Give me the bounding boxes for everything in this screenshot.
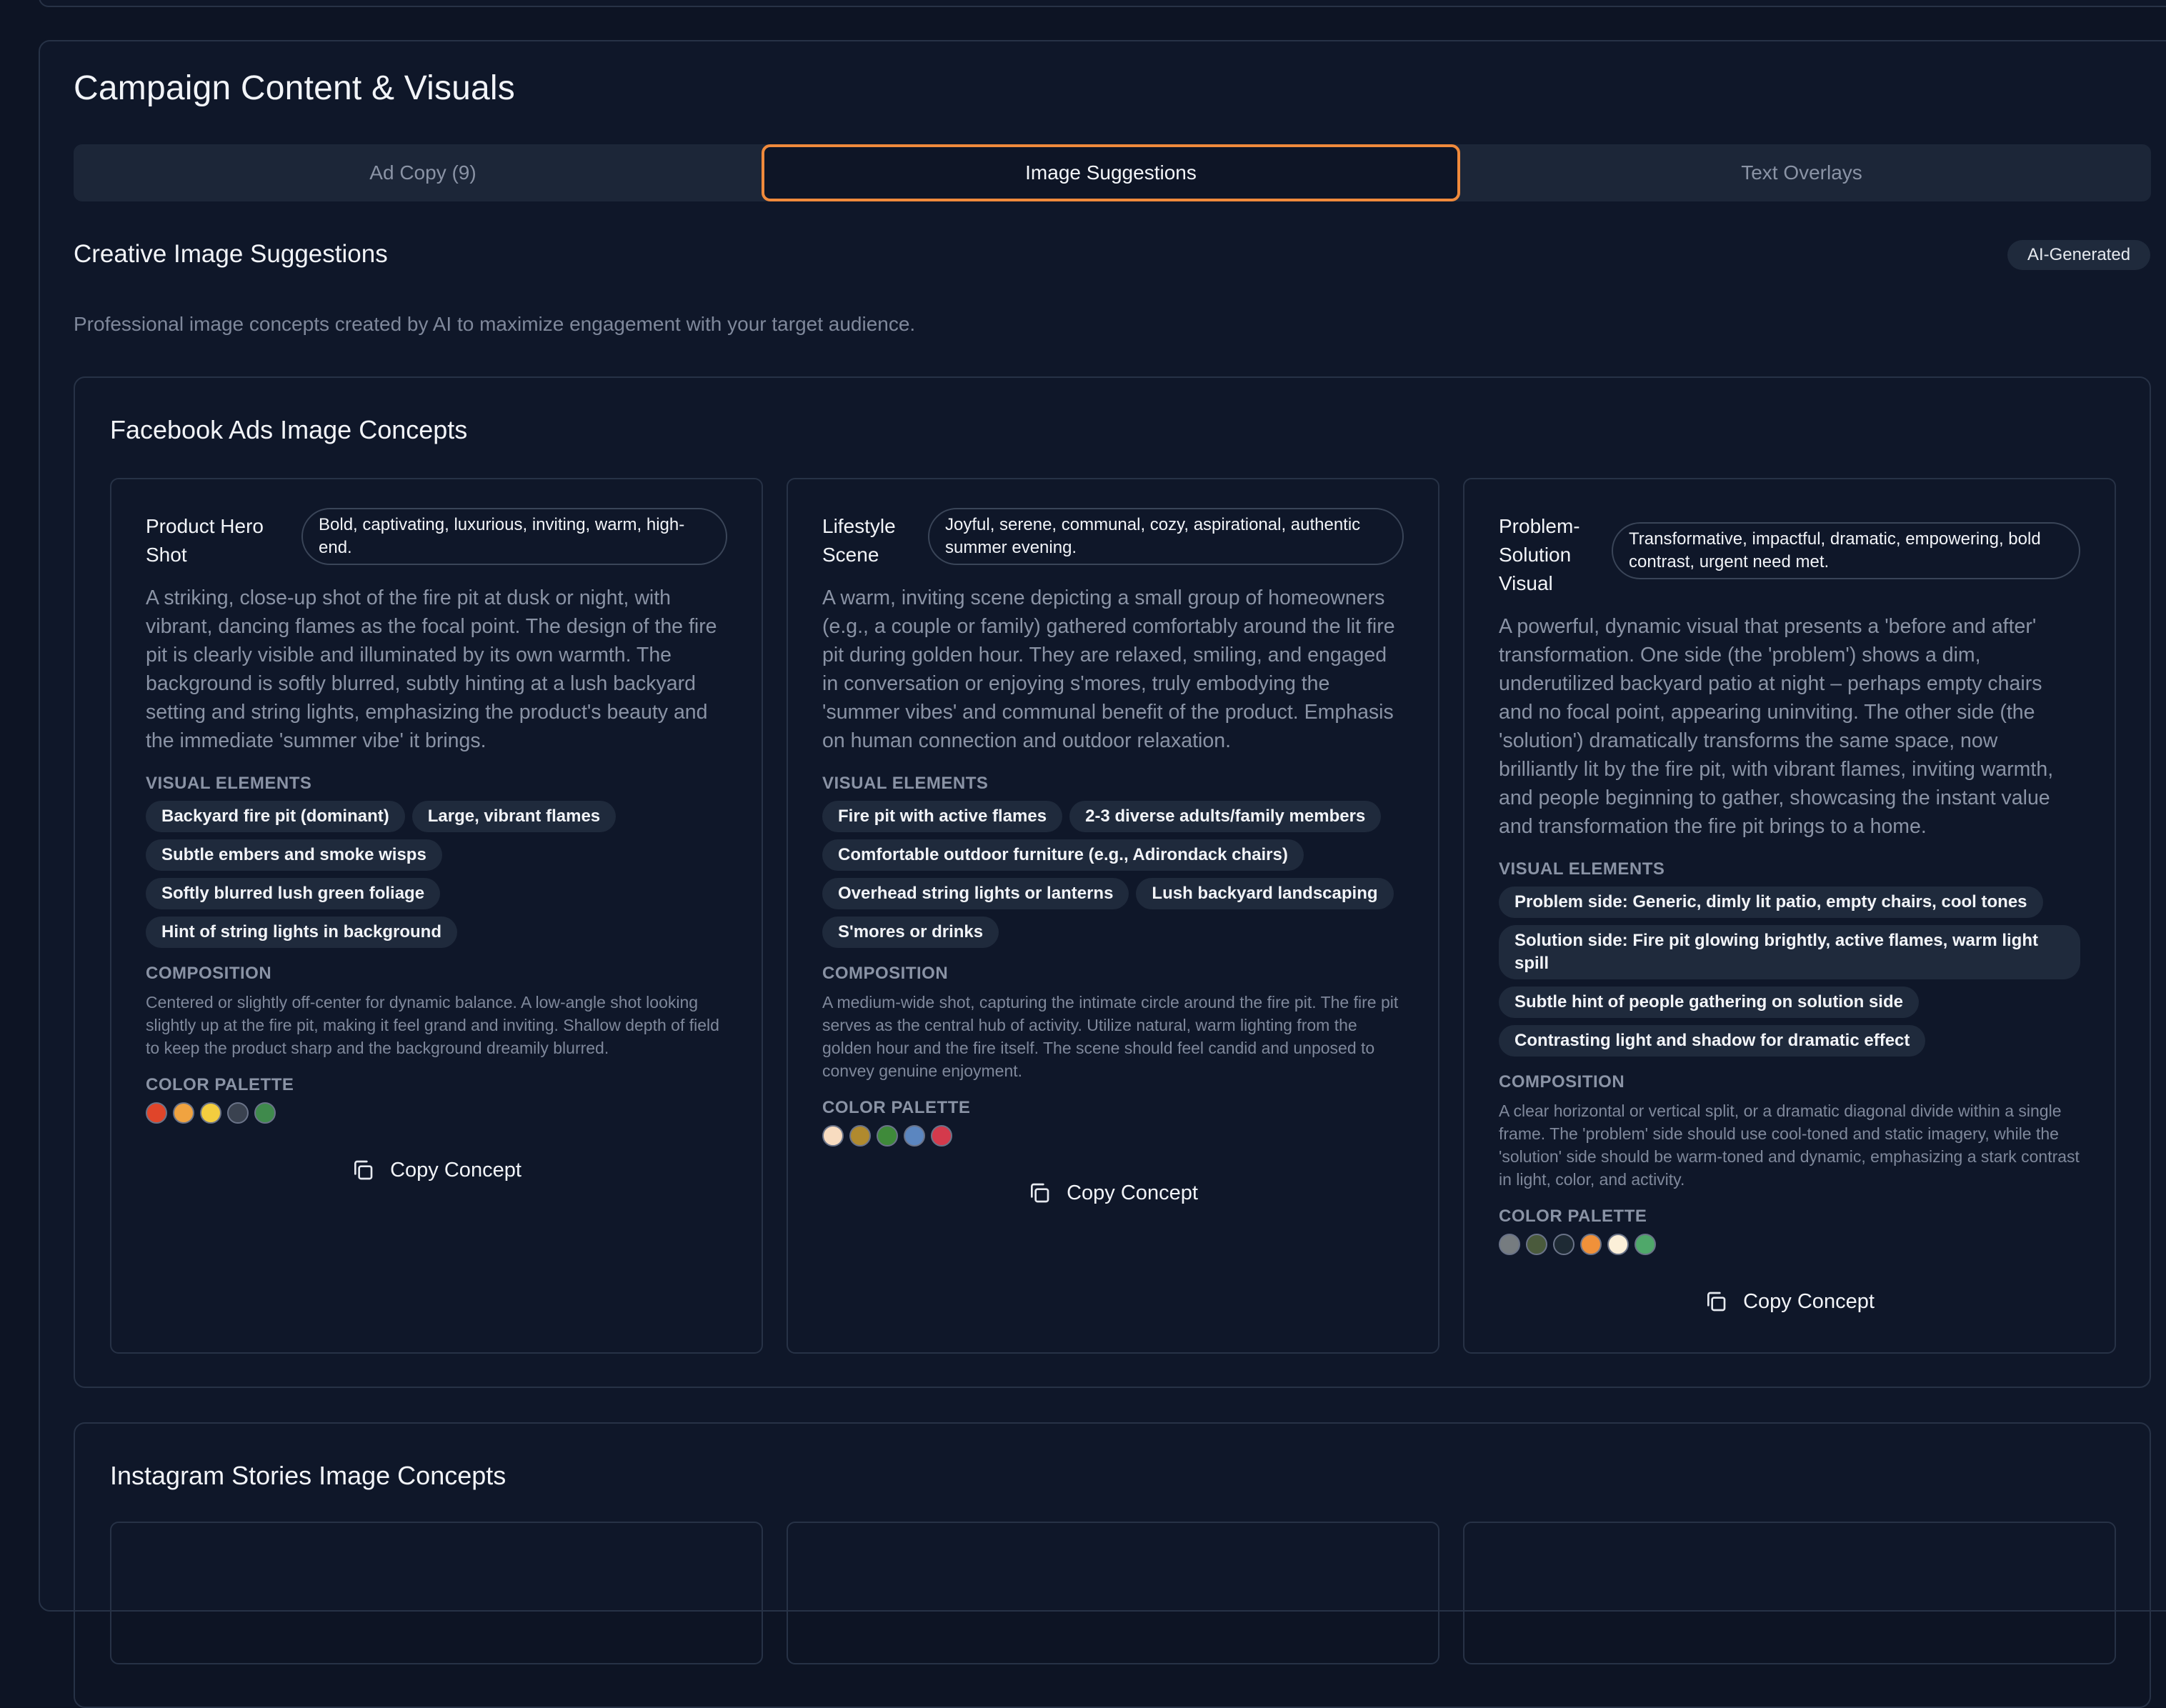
composition-label: COMPOSITION (146, 964, 272, 983)
color-palette (1499, 1234, 2080, 1255)
color-swatch (1607, 1234, 1629, 1255)
color-swatch (849, 1125, 871, 1147)
element-chip: Overhead string lights or lanterns (822, 878, 1129, 909)
color-swatch (146, 1102, 167, 1124)
color-swatch (1499, 1234, 1520, 1255)
color-swatch (254, 1102, 276, 1124)
color-swatch (822, 1125, 844, 1147)
color-palette-label: COLOR PALETTE (822, 1098, 971, 1117)
concept-card-product-hero: Product Hero Shot Bold, captivating, lux… (110, 478, 763, 1354)
copy-concept-button[interactable]: Copy Concept (822, 1175, 1404, 1211)
element-chip: Subtle embers and smoke wisps (146, 839, 442, 871)
mood-pill: Transformative, impactful, dramatic, emp… (1612, 522, 2080, 579)
color-swatch (1635, 1234, 1656, 1255)
concept-card (1463, 1522, 2116, 1664)
composition-text: A medium-wide shot, capturing the intima… (822, 993, 1399, 1080)
ai-generated-badge: AI-Generated (2007, 240, 2150, 270)
mood-pill: Bold, captivating, luxurious, inviting, … (301, 508, 727, 565)
concept-card-problem-solution: Problem-Solution Visual Transformative, … (1463, 478, 2116, 1354)
tab-image-suggestions[interactable]: Image Suggestions (762, 144, 1460, 201)
color-swatch (1553, 1234, 1574, 1255)
copy-concept-button[interactable]: Copy Concept (146, 1152, 727, 1188)
composition-text: Centered or slightly off-center for dyna… (146, 993, 719, 1057)
color-swatch (200, 1102, 221, 1124)
element-chip: Backyard fire pit (dominant) (146, 801, 405, 832)
section-title: Creative Image Suggestions (74, 240, 388, 268)
tab-ad-copy[interactable]: Ad Copy (9) (74, 144, 772, 201)
section-description: Professional image concepts created by A… (74, 313, 916, 335)
group-title: Facebook Ads Image Concepts (110, 415, 468, 444)
color-swatch (173, 1102, 194, 1124)
composition-text: A clear horizontal or vertical split, or… (1499, 1102, 2080, 1189)
tab-text-overlays[interactable]: Text Overlays (1452, 144, 2151, 201)
copy-icon (354, 1160, 373, 1180)
visual-elements-label: VISUAL ELEMENTS (822, 774, 989, 793)
element-chip: Contrasting light and shadow for dramati… (1499, 1025, 1926, 1057)
color-swatch (1580, 1234, 1602, 1255)
mood-pill: Joyful, serene, communal, cozy, aspirati… (928, 508, 1404, 565)
copy-concept-label: Copy Concept (390, 1158, 521, 1182)
tab-bar: Ad Copy (9) Image Suggestions Text Overl… (74, 144, 2151, 201)
color-palette (146, 1102, 727, 1124)
page-title: Campaign Content & Visuals (74, 69, 515, 107)
color-swatch (1526, 1234, 1547, 1255)
concept-description: A striking, close-up shot of the fire pi… (146, 586, 717, 752)
element-chip: Problem side: Generic, dimly lit patio, … (1499, 887, 2043, 918)
element-chip: Large, vibrant flames (411, 801, 617, 832)
visual-elements-label: VISUAL ELEMENTS (1499, 859, 1665, 879)
copy-concept-button[interactable]: Copy Concept (1499, 1284, 2080, 1319)
concept-title: Lifestyle Scene (822, 515, 896, 566)
color-swatch (227, 1102, 249, 1124)
visual-elements-label: VISUAL ELEMENTS (146, 774, 312, 793)
color-palette (822, 1125, 1404, 1147)
color-palette-label: COLOR PALETTE (1499, 1207, 1647, 1226)
color-swatch (877, 1125, 898, 1147)
group-title: Instagram Stories Image Concepts (110, 1461, 506, 1490)
element-chip: 2-3 diverse adults/family members (1069, 801, 1382, 832)
copy-concept-label: Copy Concept (1067, 1181, 1198, 1204)
copy-concept-label: Copy Concept (1743, 1289, 1875, 1313)
element-chip: Subtle hint of people gathering on solut… (1499, 987, 1919, 1018)
element-chip: Hint of string lights in background (146, 917, 457, 948)
concept-title: Product Hero Shot (146, 515, 264, 566)
composition-label: COMPOSITION (822, 964, 949, 983)
element-chip: Lush backyard landscaping (1136, 878, 1394, 909)
copy-icon (1707, 1292, 1726, 1312)
color-swatch (904, 1125, 925, 1147)
element-chip: Softly blurred lush green foliage (146, 878, 441, 909)
color-palette-label: COLOR PALETTE (146, 1075, 294, 1094)
facebook-concepts-group: Facebook Ads Image Concepts Product Hero… (74, 376, 2151, 1388)
element-chip: Solution side: Fire pit glowing brightly… (1499, 925, 2080, 979)
instagram-concepts-group: Instagram Stories Image Concepts (74, 1422, 2151, 1708)
copy-icon (1031, 1183, 1049, 1203)
concept-description: A powerful, dynamic visual that presents… (1499, 615, 2054, 838)
color-swatch (931, 1125, 952, 1147)
concept-description: A warm, inviting scene depicting a small… (822, 586, 1395, 752)
concept-card (787, 1522, 1439, 1664)
concept-title: Problem-Solution Visual (1499, 515, 1580, 594)
element-chip: Fire pit with active flames (822, 801, 1063, 832)
element-chip: S'mores or drinks (822, 917, 999, 948)
composition-label: COMPOSITION (1499, 1072, 1625, 1092)
concept-card-lifestyle: Lifestyle Scene Joyful, serene, communal… (787, 478, 1439, 1354)
concept-card (110, 1522, 763, 1664)
element-chip: Comfortable outdoor furniture (e.g., Adi… (822, 839, 1304, 871)
previous-panel-edge (39, 0, 2166, 7)
